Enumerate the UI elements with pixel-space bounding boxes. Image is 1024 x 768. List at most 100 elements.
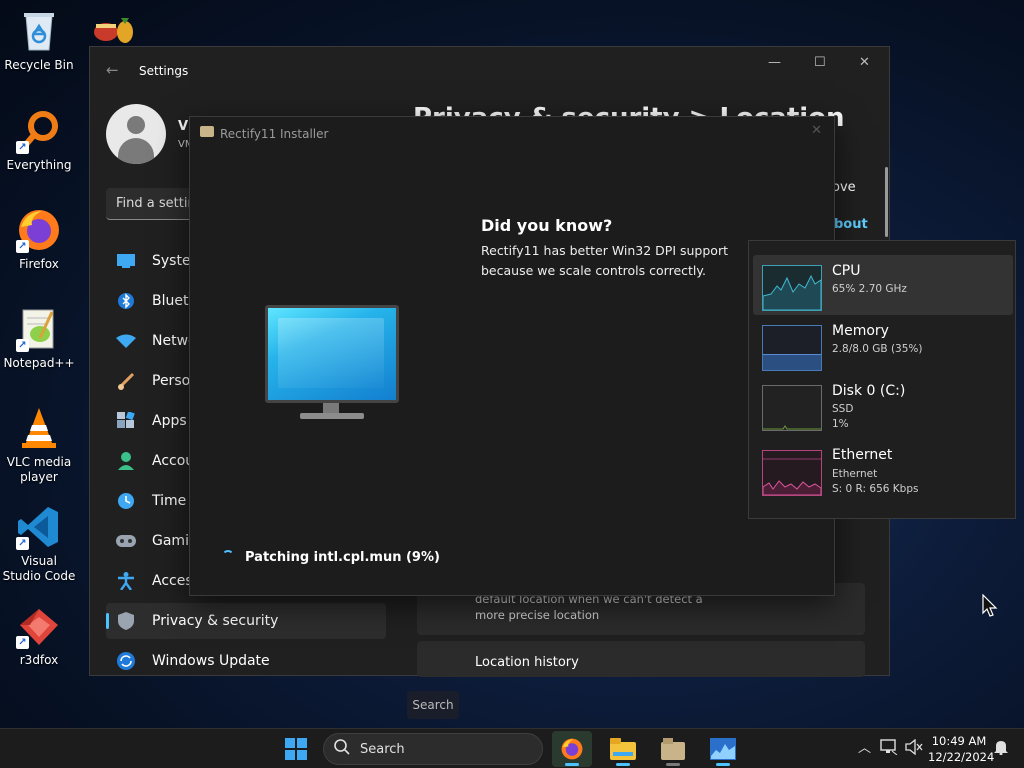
desktop-icon-r3dfox[interactable]: ↗ r3dfox (1, 603, 77, 668)
network-status-icon[interactable] (880, 739, 898, 759)
notepad-plus-plus-icon: ↗ (16, 306, 62, 352)
did-you-know-title: Did you know? (481, 216, 613, 235)
desktop-icon-label: Visual Studio Code (2, 554, 76, 583)
desktop-icon-everything[interactable]: ↗ Everything (1, 108, 77, 173)
perf-item-name: Disk 0 (C:) (832, 383, 906, 399)
did-you-know-body: Rectify11 has better Win32 DPI support b… (481, 243, 728, 278)
system-clock[interactable]: 10:49 AM 12/22/2024 (928, 733, 995, 765)
shortcut-arrow-icon: ↗ (16, 240, 29, 253)
perf-item-disk[interactable]: Disk 0 (C:) SSD 1% (753, 375, 1013, 435)
mouse-cursor-icon (982, 594, 998, 617)
taskbar-app-file-explorer[interactable] (603, 731, 643, 767)
desktop-icon-label: Firefox (19, 257, 59, 271)
taskbar-search-box[interactable]: Search (323, 733, 543, 765)
perf-item-name: CPU (832, 263, 861, 279)
desktop-icon-label: Notepad++ (3, 356, 75, 370)
apps-icon (116, 412, 136, 430)
desktop-icon-firefox[interactable]: ↗ Firefox (1, 207, 77, 272)
taskbar-app-firefox[interactable] (552, 731, 592, 767)
search-tooltip: Search (407, 691, 459, 719)
desktop-icon-label: Everything (6, 158, 72, 172)
minimize-button[interactable]: — (768, 55, 781, 70)
task-manager-icon (710, 738, 736, 760)
monitor-icon (265, 305, 399, 403)
r3dfox-icon: ↗ (16, 603, 62, 649)
account-icon (116, 452, 136, 470)
taskbar: Search ︿ 10:49 AM 12/22/2024 (0, 728, 1024, 768)
everything-search-icon: ↗ (16, 108, 62, 154)
file-explorer-icon (610, 738, 636, 760)
start-button[interactable] (285, 738, 307, 760)
wifi-icon (116, 332, 136, 350)
desktop-icon-label: VLC media player (6, 455, 72, 484)
firefox-icon: ↗ (16, 207, 62, 253)
perf-item-detail: 2.8/8.0 GB (35%) (832, 343, 923, 355)
sidebar-item-windows-update[interactable]: Windows Update (106, 643, 386, 679)
desktop-icon-label: Recycle Bin (4, 58, 74, 72)
clock-icon (116, 492, 136, 510)
settings-title: Settings (139, 64, 189, 78)
perf-item-detail: 65% 2.70 GHz (832, 283, 907, 295)
sidebar-item-label: Windows Update (152, 653, 270, 669)
folder-icon (200, 126, 214, 137)
sidebar-item-label: Apps (152, 413, 187, 429)
text-fragment: ove (832, 180, 856, 195)
chevron-up-icon[interactable]: ︿ (858, 737, 871, 756)
avatar[interactable] (106, 104, 166, 164)
desktop-icon-recycle-bin[interactable]: Recycle Bin (1, 8, 77, 73)
vscode-icon: ↗ (16, 504, 62, 550)
shortcut-arrow-icon: ↗ (16, 636, 29, 649)
installer-close-button[interactable]: ✕ (811, 123, 822, 138)
shortcut-arrow-icon: ↗ (16, 537, 29, 550)
desktop-icon-notepad-plus-plus[interactable]: ↗ Notepad++ (1, 306, 77, 371)
recycle-bin-icon (16, 8, 62, 54)
sidebar-item-privacy-security[interactable]: Privacy & security (106, 603, 386, 639)
vlc-icon (16, 405, 62, 451)
perf-item-detail: Ethernet (832, 468, 878, 480)
perf-item-detail: SSD (832, 403, 854, 415)
about-link[interactable]: bout (834, 217, 868, 232)
progress-spinner (222, 550, 234, 562)
clock-date: 12/22/2024 (928, 750, 995, 764)
task-manager-widget: CPU 65% 2.70 GHz Memory 2.8/8.0 GB (35%)… (748, 240, 1016, 519)
firefox-icon (561, 738, 583, 760)
perf-item-detail: 1% (832, 418, 849, 430)
installer-title: Rectify11 Installer (220, 127, 329, 141)
disk-graph (762, 385, 822, 431)
location-history-label: Location history (475, 655, 579, 670)
perf-item-cpu[interactable]: CPU 65% 2.70 GHz (753, 255, 1013, 315)
accessibility-icon (116, 572, 136, 590)
search-label: Search (360, 741, 405, 757)
installer-icon (661, 738, 685, 760)
maximize-button[interactable]: ☐ (814, 55, 826, 70)
install-status: Patching intl.cpl.mun (9%) (245, 550, 440, 565)
bluetooth-icon (116, 292, 136, 310)
perf-item-detail: S: 0 R: 656 Kbps (832, 483, 919, 495)
taskbar-app-task-manager[interactable] (703, 731, 743, 767)
volume-muted-icon[interactable] (905, 738, 923, 759)
back-arrow-icon[interactable]: ← (106, 61, 119, 79)
ethernet-graph (762, 450, 822, 496)
shortcut-arrow-icon: ↗ (16, 141, 29, 154)
close-button[interactable]: ✕ (859, 55, 870, 70)
desktop-icon-label: r3dfox (19, 653, 59, 667)
memory-graph (762, 325, 822, 371)
food-app-icon[interactable] (92, 10, 136, 46)
scrollbar[interactable] (885, 167, 888, 237)
desktop-icon-vscode[interactable]: ↗ Visual Studio Code (1, 504, 77, 584)
gamepad-icon (116, 532, 136, 550)
cpu-graph (762, 265, 822, 311)
sidebar-item-label: Privacy & security (152, 613, 279, 629)
perf-item-memory[interactable]: Memory 2.8/8.0 GB (35%) (753, 315, 1013, 375)
notification-bell-icon[interactable] (993, 739, 1009, 759)
location-history-card[interactable]: Location history (417, 641, 865, 677)
installer-window: Rectify11 Installer ✕ Did you know? Rect… (189, 116, 835, 596)
system-icon (116, 252, 136, 270)
clock-time: 10:49 AM (931, 734, 987, 748)
taskbar-app-installer[interactable] (653, 731, 693, 767)
perf-item-name: Ethernet (832, 447, 893, 463)
perf-item-ethernet[interactable]: Ethernet Ethernet S: 0 R: 656 Kbps (753, 441, 1013, 501)
brush-icon (116, 372, 136, 390)
desktop-icon-vlc[interactable]: VLC media player (1, 405, 77, 485)
update-icon (116, 652, 136, 670)
